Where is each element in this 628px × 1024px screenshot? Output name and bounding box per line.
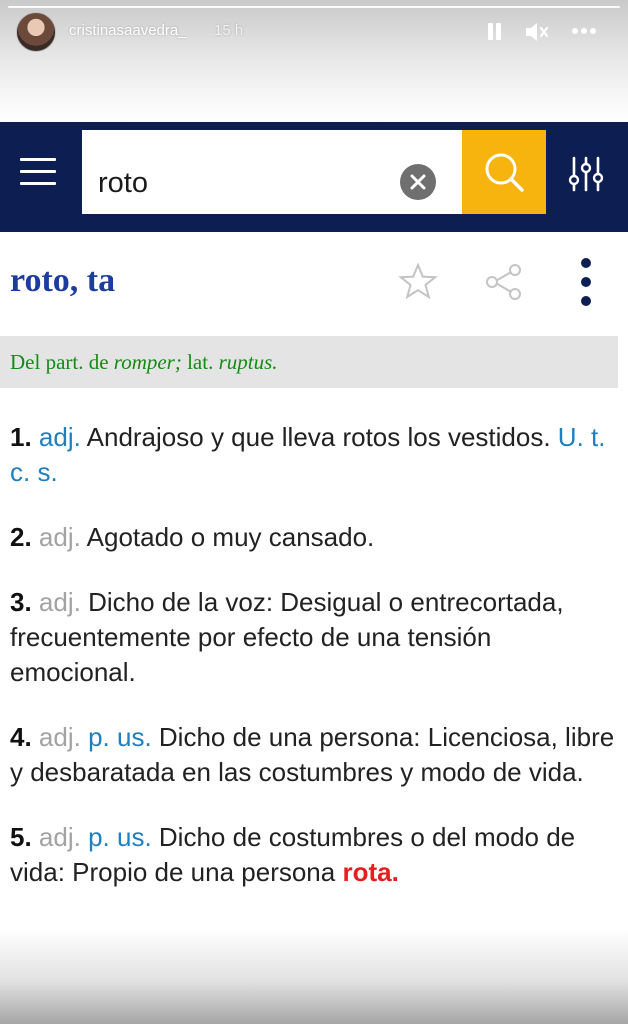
pos-abbrev[interactable]: adj. xyxy=(39,522,81,552)
pos-abbrev[interactable]: adj. xyxy=(39,722,81,752)
definition-4: 4. adj. p. us. Dicho de una persona: Lic… xyxy=(10,722,615,787)
kebab-icon[interactable] xyxy=(580,258,592,306)
pos-abbrev[interactable]: adj. xyxy=(39,822,81,852)
story-username[interactable]: cristinasaavedra_ xyxy=(69,22,187,39)
definition-text: Andrajoso y que lleva rotos los vestidos… xyxy=(86,422,551,452)
definition-1: 1. adj. Andrajoso y que lleva rotos los … xyxy=(10,422,606,487)
filter-icon[interactable] xyxy=(566,154,606,194)
usage-abbrev[interactable]: p. us. xyxy=(88,822,152,852)
entry-headword: roto, ta xyxy=(10,262,116,299)
story-time: 15 h xyxy=(214,22,244,39)
highlight-word[interactable]: rota. xyxy=(342,857,398,887)
pos-abbrev[interactable]: adj. xyxy=(39,587,81,617)
star-icon[interactable] xyxy=(398,262,438,302)
etymology-box: Del part. de romper; lat. ruptus. xyxy=(0,336,618,388)
story-progress-bar xyxy=(8,6,620,8)
pause-icon[interactable] xyxy=(486,20,502,42)
definition-5: 5. adj. p. us. Dicho de costumbres o del… xyxy=(10,822,576,887)
definition-2: 2. adj. Agotado o muy cansado. xyxy=(10,522,375,552)
mute-icon[interactable] xyxy=(524,20,550,44)
etymology: Del part. de romper; lat. ruptus. xyxy=(10,350,278,374)
menu-icon[interactable] xyxy=(20,154,56,190)
avatar[interactable] xyxy=(16,12,56,52)
definition-text: Agotado o muy cansado. xyxy=(86,522,375,552)
story-header xyxy=(0,0,628,122)
share-icon[interactable] xyxy=(484,262,524,302)
more-icon[interactable] xyxy=(572,28,596,34)
search-query[interactable]: roto xyxy=(98,167,148,200)
definition-text: Dicho de la voz: Desigual o entrecortada… xyxy=(10,587,564,687)
story-footer-fade xyxy=(0,930,628,1024)
pos-abbrev[interactable]: adj. xyxy=(39,422,81,452)
definition-3: 3. adj. Dicho de la voz: Desigual o entr… xyxy=(10,587,564,687)
search-button[interactable] xyxy=(462,130,546,214)
search-icon xyxy=(485,153,524,192)
definition-list: 1. adj. Andrajoso y que lleva rotos los … xyxy=(10,420,620,920)
clear-icon[interactable] xyxy=(400,164,436,200)
usage-abbrev[interactable]: p. us. xyxy=(88,722,152,752)
